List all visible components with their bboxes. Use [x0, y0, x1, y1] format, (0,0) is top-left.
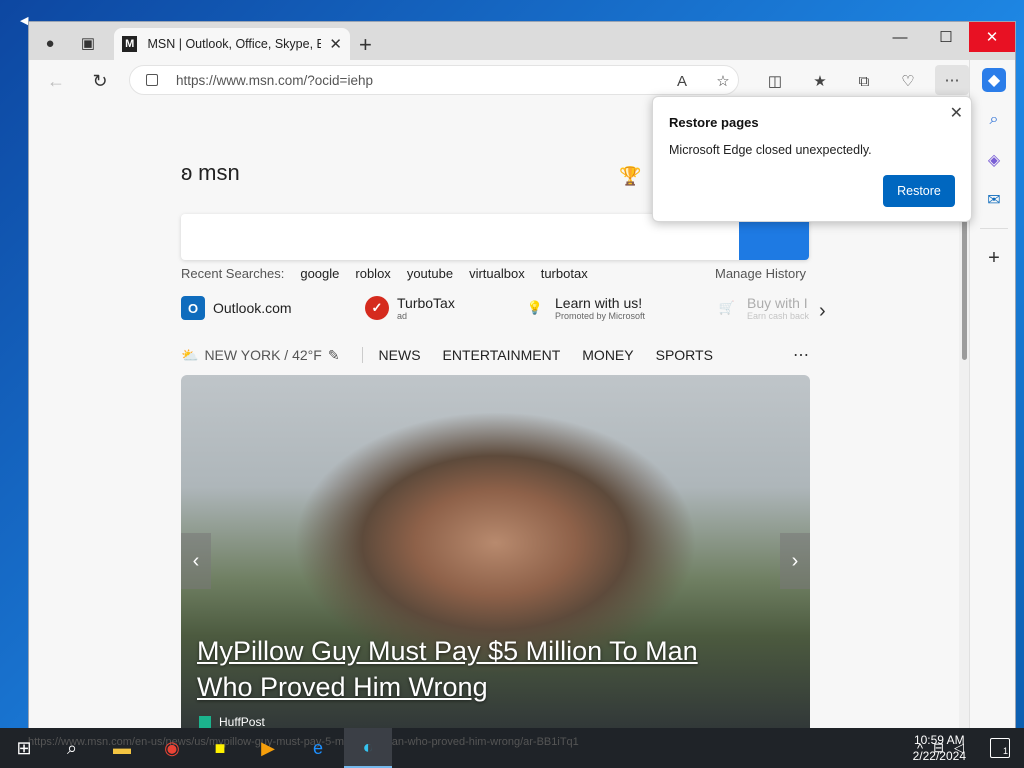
tab-money[interactable]: MONEY: [582, 347, 633, 363]
cart-icon: 🛒: [718, 300, 736, 316]
lock-icon: [146, 74, 158, 86]
hero-carousel[interactable]: ‹ › MyPillow Guy Must Pay $5 Million To …: [181, 375, 810, 730]
edge-taskbar-icon[interactable]: ◐: [344, 728, 392, 768]
favorites-icon[interactable]: ★: [807, 68, 833, 94]
shortcut-buy[interactable]: 🛒 Buy with I Earn cash back: [715, 296, 809, 321]
office-icon[interactable]: ◈: [982, 148, 1006, 172]
category-nav: ⛅ NEW YORK / 42°F ✎ NEWS ENTERTAINMENT M…: [181, 344, 809, 366]
collections-icon[interactable]: ⧉: [851, 68, 877, 94]
refresh-icon[interactable]: ↻: [87, 68, 113, 94]
hero-headline[interactable]: MyPillow Guy Must Pay $5 Million To Man …: [197, 633, 757, 705]
taskbar: https://www.msn.com/en-us/news/us/mypill…: [0, 728, 1024, 768]
recent-term[interactable]: youtube: [407, 266, 453, 281]
sidebar-divider: [980, 228, 1008, 229]
hero-source: HuffPost: [199, 715, 265, 729]
internet-explorer-icon[interactable]: e: [294, 728, 342, 768]
lightbulb-icon: 💡: [526, 300, 544, 316]
search-taskbar-icon[interactable]: ⌕: [48, 728, 96, 768]
back-icon[interactable]: ←: [43, 68, 69, 94]
shortcut-outlook[interactable]: O Outlook.com: [181, 296, 292, 320]
msn-logo[interactable]: ʚ msn: [181, 160, 240, 186]
shortcut-sub: Earn cash back: [747, 310, 810, 321]
split-screen-icon[interactable]: ◫: [762, 68, 788, 94]
chrome-icon[interactable]: ◉: [148, 728, 196, 768]
manage-history-link[interactable]: Manage History: [715, 266, 806, 281]
popup-title: Restore pages: [669, 115, 759, 130]
shortcut-turbotax[interactable]: ✓ TurboTax ad: [365, 296, 455, 321]
favorite-star-icon[interactable]: ☆: [710, 68, 736, 94]
settings-more-icon[interactable]: ⋯: [935, 65, 969, 95]
more-options-icon[interactable]: ⋯: [793, 345, 809, 365]
tab-title: MSN | Outlook, Office, Skype, Bing: [147, 37, 321, 51]
recent-searches: Recent Searches: google roblox youtube v…: [181, 266, 588, 281]
source-name: HuffPost: [219, 715, 265, 729]
notification-icon[interactable]: 1: [990, 738, 1010, 758]
close-window-button[interactable]: ✕: [969, 22, 1015, 52]
title-bar: ● ▣ M MSN | Outlook, Office, Skype, Bing…: [29, 22, 1015, 60]
tab-close-icon[interactable]: ✕: [329, 35, 342, 53]
scrollbar-thumb[interactable]: [962, 220, 967, 360]
clock[interactable]: 10:59 AM 2/22/2024: [913, 732, 966, 764]
recent-term[interactable]: roblox: [355, 266, 390, 281]
carousel-next-button[interactable]: ›: [780, 533, 810, 589]
outlook-sidebar-icon[interactable]: ✉: [982, 188, 1006, 212]
shortcut-learn[interactable]: 💡 Learn with us! Promoted by Microsoft: [523, 296, 645, 321]
tab-actions-icon[interactable]: ▣: [75, 30, 101, 56]
tab-entertainment[interactable]: ENTERTAINMENT: [443, 347, 561, 363]
edit-pencil-icon[interactable]: ✎: [328, 347, 340, 364]
trophy-icon[interactable]: 🏆: [619, 166, 641, 187]
clock-time: 10:59 AM: [913, 733, 965, 747]
url-text: https://www.msn.com/?ocid=iehp: [176, 72, 373, 88]
tab-msn[interactable]: M MSN | Outlook, Office, Skype, Bing ✕: [114, 28, 350, 60]
carousel-prev-button[interactable]: ‹: [181, 533, 211, 589]
restore-button[interactable]: Restore: [883, 175, 955, 207]
weather-icon: ⛅: [181, 346, 199, 363]
close-icon[interactable]: ✕: [950, 103, 963, 123]
shortcut-sub: ad: [397, 310, 408, 321]
windows-start-icon[interactable]: ⊞: [0, 728, 48, 768]
recent-term[interactable]: turbotax: [541, 266, 588, 281]
shortcut-label: TurboTax: [397, 295, 455, 311]
copilot-icon[interactable]: ◆: [982, 68, 1006, 92]
address-bar[interactable]: https://www.msn.com/?ocid=iehp: [129, 65, 739, 95]
divider: [361, 347, 363, 363]
browser-essentials-icon[interactable]: ♡: [895, 68, 921, 94]
shortcut-label: Outlook.com: [213, 299, 292, 316]
edge-window: ● ▣ M MSN | Outlook, Office, Skype, Bing…: [28, 21, 1016, 731]
turbotax-icon: ✓: [365, 296, 389, 321]
weather-widget[interactable]: ⛅ NEW YORK / 42°F ✎: [181, 347, 340, 364]
clock-date: 2/22/2024: [912, 749, 966, 763]
search-icon[interactable]: ⌕: [982, 108, 1006, 132]
tab-news[interactable]: NEWS: [379, 347, 421, 363]
shortcut-label: Buy with I: [747, 295, 808, 311]
media-player-icon[interactable]: ▶: [244, 728, 292, 768]
huffpost-icon: [199, 716, 211, 728]
recent-label: Recent Searches:: [181, 266, 285, 281]
shortcut-bar: O Outlook.com ✓ TurboTax ad 💡 Learn with…: [181, 296, 841, 332]
recent-term[interactable]: google: [300, 266, 339, 281]
butterfly-icon: ʚ: [181, 160, 193, 185]
add-icon[interactable]: +: [982, 246, 1006, 270]
restore-pages-popup: Restore pages Microsoft Edge closed unex…: [652, 96, 972, 222]
sticky-notes-icon[interactable]: ■: [196, 728, 244, 768]
profile-icon[interactable]: ●: [37, 30, 63, 56]
read-aloud-icon[interactable]: A: [669, 68, 695, 94]
outlook-icon: O: [181, 296, 205, 320]
minimize-button[interactable]: —: [877, 22, 923, 52]
toolbar: ← ↻ https://www.msn.com/?ocid=iehp A ☆ ◫…: [29, 60, 1015, 100]
weather-text: NEW YORK / 42°F: [204, 347, 322, 363]
shortcut-sub: Promoted by Microsoft: [555, 310, 646, 321]
new-tab-icon[interactable]: +: [359, 32, 372, 58]
file-explorer-icon[interactable]: ▬: [98, 728, 146, 768]
tab-sports[interactable]: SPORTS: [656, 347, 713, 363]
edge-sidebar: ◆ ⌕ ◈ ✉ +: [969, 60, 1015, 730]
notification-count: 1: [1002, 746, 1008, 756]
msn-favicon: M: [122, 36, 138, 52]
shortcut-label: Learn with us!: [555, 295, 643, 311]
maximize-button[interactable]: ☐: [923, 22, 969, 52]
popup-message: Microsoft Edge closed unexpectedly.: [669, 143, 872, 157]
recent-term[interactable]: virtualbox: [469, 266, 525, 281]
msn-logo-text: msn: [198, 160, 240, 185]
chevron-right-icon[interactable]: ›: [819, 300, 826, 323]
